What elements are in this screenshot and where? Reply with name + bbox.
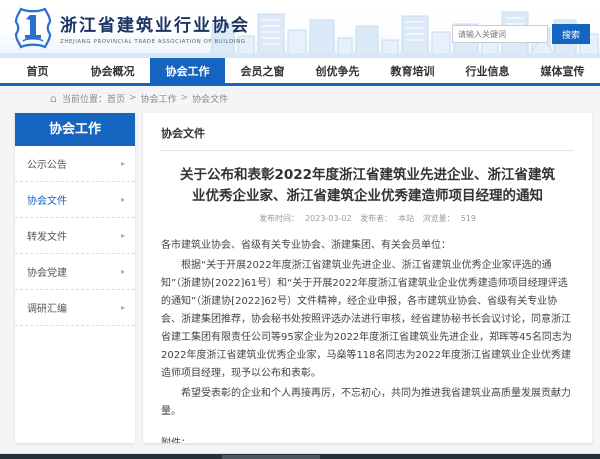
body-paragraph-1: 根据“关于开展2022年度浙江省建筑业先进企业、浙江省建筑业优秀企业家评选的通知…: [161, 257, 574, 383]
sidebar-item-association-docs[interactable]: 协会文件 ▸: [15, 182, 135, 218]
sidebar-item-label: 调研汇编: [27, 300, 67, 315]
salutation: 各市建筑业协会、省级有关专业协会、浙建集团、有关会员单位：: [161, 237, 574, 255]
sidebar-item-forwarded-docs[interactable]: 转发文件 ▸: [15, 218, 135, 254]
breadcrumb: ⌂ 当前位置： 首页 > 协会工作 > 协会文件: [0, 86, 600, 110]
article-title: 关于公布和表彰2022年度浙江省建筑业先进企业、浙江省建筑业优秀企业家、浙江省建…: [175, 165, 560, 207]
nav-item-training[interactable]: 教育培训: [375, 58, 450, 83]
logo-text: 浙江省建筑业行业协会 ZHEJIANG PROVINCIAL TRADE ASS…: [60, 11, 250, 45]
main-nav: 首页 协会概况 协会工作 会员之窗 创优争先 教育培训 行业信息 媒体宣传: [0, 58, 600, 86]
chevron-right-icon: ▸: [121, 159, 125, 168]
scrollbar-thumb[interactable]: [222, 455, 320, 459]
breadcrumb-separator: >: [129, 93, 137, 103]
search-input[interactable]: [452, 25, 548, 43]
sidebar-item-research[interactable]: 调研汇编 ▸: [15, 290, 135, 326]
sidebar-item-label: 协会文件: [27, 192, 67, 207]
publisher-label: 发布者：: [360, 214, 392, 223]
site-subtitle: ZHEJIANG PROVINCIAL TRADE ASSOCIATION OF…: [60, 39, 250, 45]
page: 浙江省建筑业行业协会 ZHEJIANG PROVINCIAL TRADE ASS…: [0, 0, 600, 459]
search-box: 搜索: [452, 24, 590, 44]
breadcrumb-label: 当前位置：: [62, 92, 107, 105]
search-button[interactable]: 搜索: [552, 24, 590, 44]
site-header: 浙江省建筑业行业协会 ZHEJIANG PROVINCIAL TRADE ASS…: [0, 0, 600, 58]
sidebar-item-party-building[interactable]: 协会党建 ▸: [15, 254, 135, 290]
chevron-right-icon: ▸: [121, 303, 125, 312]
nav-item-excellence[interactable]: 创优争先: [300, 58, 375, 83]
views-count: 519: [461, 214, 476, 223]
nav-item-home[interactable]: 首页: [0, 58, 75, 83]
section-title: 协会文件: [161, 125, 574, 151]
nav-item-association-work[interactable]: 协会工作: [150, 58, 225, 83]
home-icon: ⌂: [50, 93, 57, 104]
sidebar-title: 协会工作: [15, 113, 135, 146]
sidebar: 协会工作 公示公告 ▸ 协会文件 ▸ 转发文件 ▸ 协会党建 ▸ 调研汇编 ▸: [15, 113, 135, 443]
publisher: 本站: [398, 214, 414, 223]
nav-item-members[interactable]: 会员之窗: [225, 58, 300, 83]
main-panel: 协会文件 关于公布和表彰2022年度浙江省建筑业先进企业、浙江省建筑业优秀企业家…: [143, 113, 592, 443]
chevron-right-icon: ▸: [121, 267, 125, 276]
views-label: 浏览量：: [423, 214, 455, 223]
sidebar-item-label: 协会党建: [27, 264, 67, 279]
sidebar-item-label: 转发文件: [27, 228, 67, 243]
nav-item-industry-info[interactable]: 行业信息: [450, 58, 525, 83]
body-paragraph-2: 希望受表彰的企业和个人再接再厉，不忘初心，共同为推进我省建筑业高质量发展贡献力量…: [161, 385, 574, 421]
sidebar-item-notices[interactable]: 公示公告 ▸: [15, 146, 135, 182]
breadcrumb-item-home[interactable]: 首页: [107, 92, 125, 105]
publish-time: 2023-03-02: [305, 214, 352, 223]
header-bottom-strip: [0, 53, 600, 58]
bottom-scrollbar-track[interactable]: [0, 453, 600, 459]
content-area: 协会工作 公示公告 ▸ 协会文件 ▸ 转发文件 ▸ 协会党建 ▸ 调研汇编 ▸: [0, 110, 600, 443]
site-logo[interactable]: 浙江省建筑业行业协会 ZHEJIANG PROVINCIAL TRADE ASS…: [14, 7, 250, 49]
article-body: 各市建筑业协会、省级有关专业协会、浙建集团、有关会员单位： 根据“关于开展202…: [161, 237, 574, 443]
publish-time-label: 发布时间：: [259, 214, 299, 223]
nav-item-media[interactable]: 媒体宣传: [525, 58, 600, 83]
attachments-label: 附件：: [161, 435, 574, 443]
chevron-right-icon: ▸: [121, 195, 125, 204]
site-title: 浙江省建筑业行业协会: [60, 11, 250, 36]
breadcrumb-item-association-work[interactable]: 协会工作: [141, 92, 177, 105]
breadcrumb-item-association-docs[interactable]: 协会文件: [192, 92, 228, 105]
chevron-right-icon: ▸: [121, 231, 125, 240]
association-logo-icon: [14, 7, 52, 49]
breadcrumb-separator: >: [181, 93, 189, 103]
sidebar-item-label: 公示公告: [27, 156, 67, 171]
nav-item-about[interactable]: 协会概况: [75, 58, 150, 83]
article-meta: 发布时间： 2023-03-02 发布者： 本站 浏览量： 519: [161, 213, 574, 224]
